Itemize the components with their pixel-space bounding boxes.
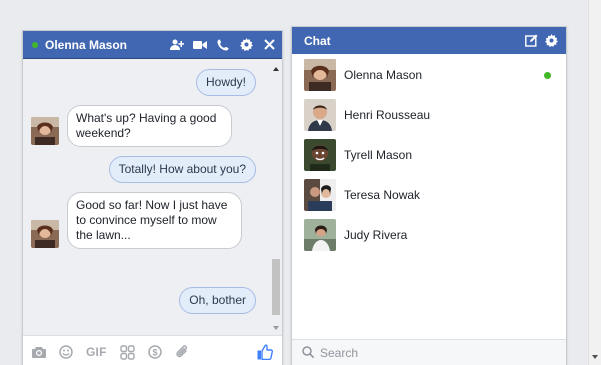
chat-window: Olenna Mason Howdy! What's up? Having a … bbox=[22, 30, 283, 365]
contact-item[interactable]: Olenna Mason bbox=[292, 55, 566, 95]
message-bubble: Oh, bother bbox=[179, 287, 256, 314]
chat-header[interactable]: Olenna Mason bbox=[23, 31, 282, 59]
chat-title[interactable]: Olenna Mason bbox=[45, 38, 170, 52]
contact-list: Olenna Mason Henri Rousseau Tyrell Mason… bbox=[292, 54, 566, 255]
contact-name: Olenna Mason bbox=[344, 68, 423, 82]
compose-icon[interactable] bbox=[524, 34, 538, 48]
message-bubble: Totally! How about you? bbox=[108, 156, 256, 183]
camera-icon[interactable] bbox=[32, 346, 46, 358]
contact-item[interactable]: Henri Rousseau bbox=[292, 95, 566, 135]
video-call-icon[interactable] bbox=[193, 38, 207, 52]
gif-icon[interactable]: GIF bbox=[86, 345, 107, 359]
message-outgoing: Totally! How about you? bbox=[108, 156, 256, 183]
gear-icon[interactable] bbox=[544, 34, 558, 48]
message-bubble: What's up? Having a good weekend? bbox=[67, 105, 232, 147]
gear-icon[interactable] bbox=[239, 38, 253, 52]
chat-sidebar-title: Chat bbox=[304, 33, 331, 48]
scroll-thumb[interactable] bbox=[272, 259, 280, 315]
contact-item[interactable]: Tyrell Mason bbox=[292, 135, 566, 175]
page-scrollbar[interactable] bbox=[588, 0, 601, 365]
message-scrollbar[interactable] bbox=[270, 59, 282, 335]
stickers-icon[interactable] bbox=[119, 344, 135, 360]
contact-avatar bbox=[304, 219, 336, 251]
emoji-icon[interactable] bbox=[59, 345, 73, 359]
contact-name: Teresa Nowak bbox=[344, 188, 421, 202]
contact-item[interactable]: Teresa Nowak bbox=[292, 175, 566, 215]
contact-item[interactable]: Judy Rivera bbox=[292, 215, 566, 255]
scroll-up-arrow-icon[interactable] bbox=[273, 67, 279, 71]
contact-avatar[interactable] bbox=[31, 117, 59, 145]
message-bubble: Howdy! bbox=[195, 69, 256, 96]
search-icon bbox=[302, 345, 314, 361]
chat-search-input[interactable] bbox=[320, 346, 520, 360]
payment-icon[interactable]: $ bbox=[147, 345, 162, 359]
attachment-icon[interactable] bbox=[175, 345, 189, 359]
phone-icon[interactable] bbox=[216, 38, 230, 52]
message-outgoing: Howdy! bbox=[195, 69, 256, 96]
contact-avatar[interactable] bbox=[31, 220, 59, 248]
composer-toolbar: GIF $ bbox=[23, 338, 282, 365]
svg-text:$: $ bbox=[152, 348, 157, 358]
contact-avatar bbox=[304, 59, 336, 91]
chat-search-bar bbox=[292, 339, 566, 365]
close-icon[interactable] bbox=[262, 38, 276, 52]
message-incoming: Good so far! Now I just have to convince… bbox=[31, 192, 242, 249]
scroll-down-arrow-icon[interactable] bbox=[592, 355, 598, 359]
online-indicator bbox=[544, 71, 551, 79]
message-outgoing: Oh, bother bbox=[179, 287, 256, 314]
contact-name: Henri Rousseau bbox=[344, 108, 431, 122]
online-status-dot bbox=[32, 41, 38, 48]
contact-name: Tyrell Mason bbox=[344, 148, 413, 162]
message-list[interactable]: Howdy! What's up? Having a good weekend?… bbox=[23, 59, 282, 335]
chat-sidebar: Chat Olenna Mason Henri Rousseau Tyrell … bbox=[291, 26, 567, 365]
contact-avatar bbox=[304, 139, 336, 171]
contact-name: Judy Rivera bbox=[344, 228, 408, 242]
add-friend-icon[interactable] bbox=[170, 38, 184, 52]
message-bubble: Good so far! Now I just have to convince… bbox=[67, 192, 242, 249]
sidebar-header-actions bbox=[524, 34, 558, 48]
scroll-down-arrow-icon[interactable] bbox=[273, 326, 279, 330]
like-icon[interactable] bbox=[257, 344, 273, 360]
chat-sidebar-header[interactable]: Chat bbox=[292, 27, 566, 54]
chat-header-actions bbox=[170, 38, 276, 52]
contact-avatar bbox=[304, 99, 336, 131]
contact-avatar bbox=[304, 179, 336, 211]
message-incoming: What's up? Having a good weekend? bbox=[31, 105, 232, 147]
